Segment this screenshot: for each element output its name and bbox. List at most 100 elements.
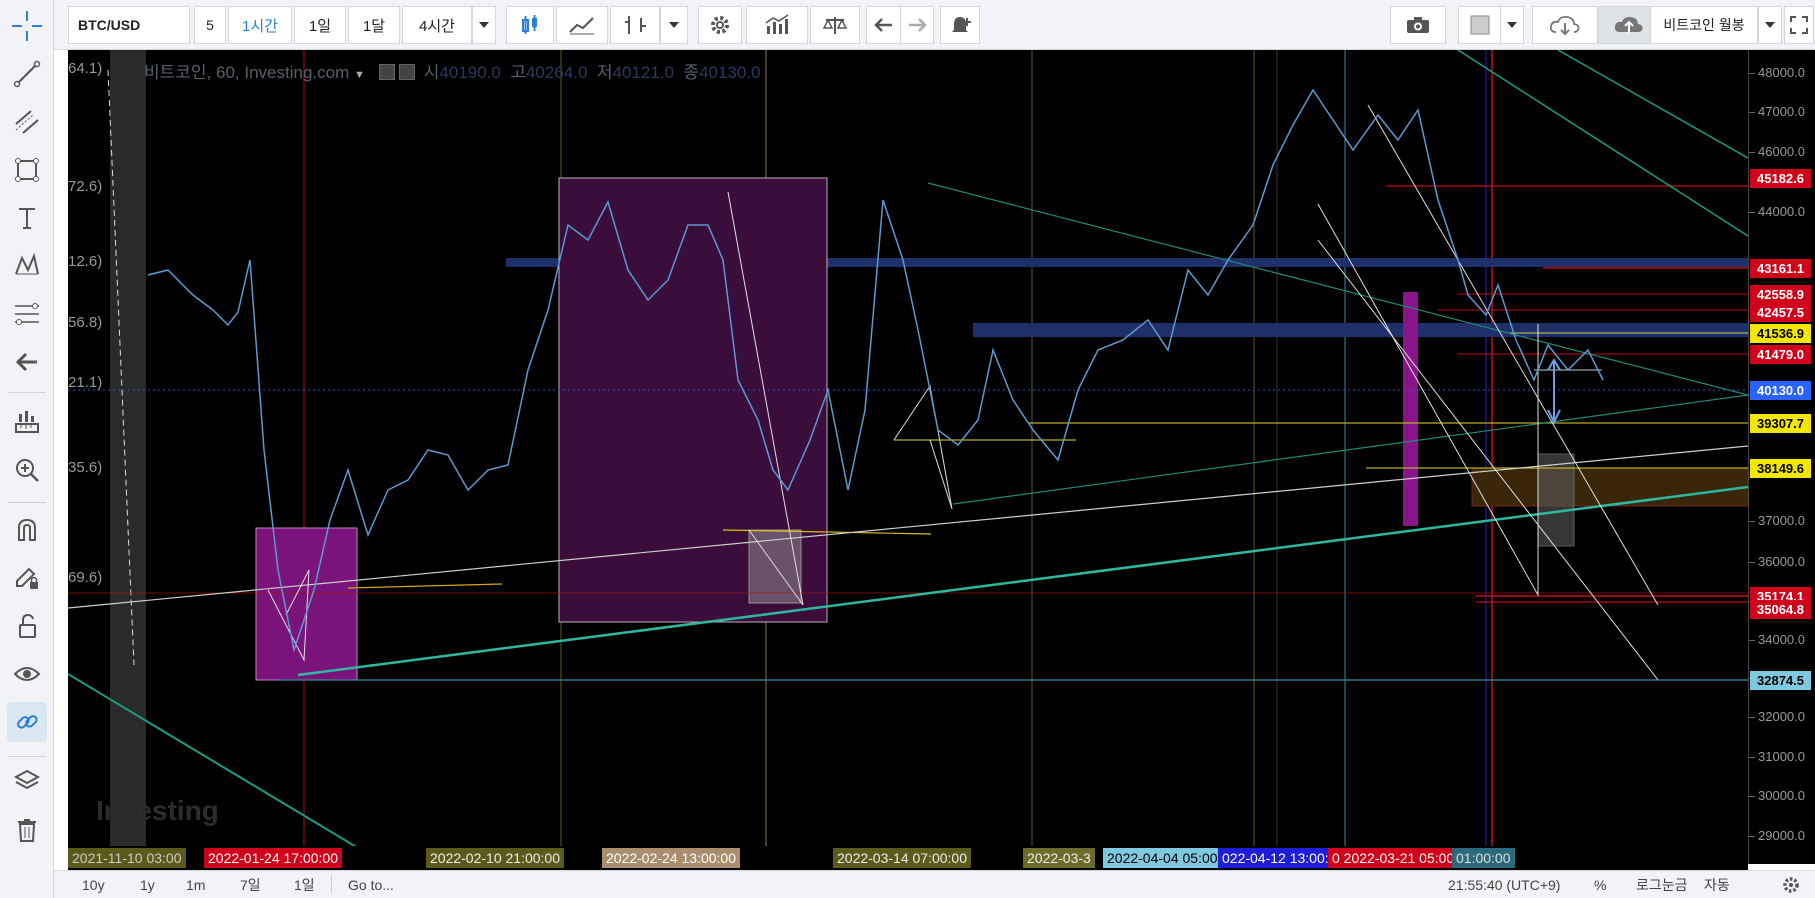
interval-dropdown[interactable]: [472, 6, 496, 44]
hide-toolbar-button[interactable]: [7, 342, 47, 382]
price-axis[interactable]: 48000.0 47000.0 46000.0 44000.0 37000.0 36000…: [1748, 50, 1815, 864]
bars-style-button[interactable]: [610, 6, 660, 44]
percent-toggle[interactable]: %: [1594, 875, 1606, 895]
caret-down-icon[interactable]: ▼: [354, 69, 365, 81]
layout-dropdown[interactable]: [1758, 6, 1782, 44]
price-level-label: 40130.0: [1750, 381, 1811, 400]
lock-all-tool[interactable]: [7, 606, 47, 646]
price-tick-label: 46000.0: [1758, 144, 1805, 159]
fullscreen-button[interactable]: [1784, 6, 1814, 44]
object-tree-tool[interactable]: [7, 762, 47, 802]
layout-select[interactable]: 비트코인 월봉: [1650, 6, 1758, 44]
eye-icon: [13, 667, 41, 681]
snapshot-button[interactable]: [1390, 6, 1446, 44]
open-value: 40190.0: [439, 63, 501, 82]
price-tick-mark: [1749, 562, 1755, 563]
crosshair-tool[interactable]: [7, 6, 47, 46]
support-zone: [1471, 467, 1748, 507]
pattern-lines: [893, 384, 953, 510]
goto-button[interactable]: Go to...: [348, 875, 394, 895]
time-label: 2022-02-24 13:00:00: [602, 848, 740, 868]
time-label: 01:00:00: [1452, 848, 1515, 868]
clock: 21:55:40 (UTC+9): [1448, 877, 1561, 893]
zoom-in-icon: [16, 459, 39, 482]
range-1y-button[interactable]: 1y: [140, 875, 155, 895]
price-tick-mark: [1749, 836, 1755, 837]
pattern-tool[interactable]: [7, 246, 47, 286]
color-picker-button[interactable]: [1458, 6, 1502, 44]
settings-button[interactable]: [698, 6, 742, 44]
price-tick-label: 30000.0: [1758, 788, 1805, 803]
range-7d-button[interactable]: 7일: [240, 875, 261, 895]
unlock-icon: [19, 613, 36, 638]
text-tool[interactable]: [7, 198, 47, 238]
camera-icon: [1407, 17, 1429, 33]
measure-tool[interactable]: [7, 402, 47, 442]
color-dropdown[interactable]: [1500, 6, 1524, 44]
range-10y-button[interactable]: 10y: [82, 875, 105, 895]
interval-4h-button[interactable]: 4시간: [402, 6, 472, 44]
interval-1h-button[interactable]: 1시간: [228, 6, 292, 44]
chart-legend[interactable]: 비트코인, 60, Investing.com ▼ 시40190.0 고4026…: [144, 58, 761, 83]
rectangle-tool[interactable]: [7, 150, 47, 190]
trendline-teal: [1557, 50, 1748, 159]
price-level-label: 41536.9: [1750, 324, 1811, 343]
compare-button[interactable]: [810, 6, 860, 44]
trend-line-tool[interactable]: [7, 54, 47, 94]
left-scale-label: 56.8): [68, 314, 103, 331]
alert-button[interactable]: [940, 6, 980, 44]
trendline-teal: [927, 182, 1748, 396]
chart-settings-button[interactable]: [1782, 875, 1800, 895]
interval-input[interactable]: 5: [194, 6, 226, 44]
left-scale-label: 21.1): [68, 374, 103, 391]
layout-select-label: 비트코인 월봉: [1663, 17, 1745, 33]
magnet-tool[interactable]: [7, 510, 47, 550]
auto-scale-toggle[interactable]: 자동: [1704, 875, 1730, 895]
price-tick-label: 37000.0: [1758, 513, 1805, 528]
log-scale-toggle[interactable]: 로그눈금: [1636, 875, 1688, 895]
time-label: 2022-01-24 17:00:00: [204, 848, 342, 868]
toolbar-divider: [8, 392, 46, 393]
eye-icon[interactable]: [379, 64, 396, 80]
fib-retracement-tool[interactable]: [7, 294, 47, 334]
price-tick-label: 34000.0: [1758, 632, 1805, 647]
chart-canvas[interactable]: [68, 50, 1748, 864]
lock-drawing-tool[interactable]: [7, 558, 47, 598]
indicators-button[interactable]: [746, 6, 808, 44]
area-style-button[interactable]: [556, 6, 608, 44]
price-tick-mark: [1749, 521, 1755, 522]
load-layout-button[interactable]: [1532, 6, 1598, 44]
link-tool[interactable]: [7, 702, 47, 742]
interval-1mo-button[interactable]: 1달: [348, 6, 400, 44]
magnet-icon: [18, 518, 36, 541]
price-tick-mark: [1749, 796, 1755, 797]
time-axis[interactable]: 2021-11-10 03:00 2022-01-24 17:00:00 2022-…: [68, 846, 1748, 870]
undo-button[interactable]: [866, 6, 902, 44]
price-level-label: 39307.7: [1750, 414, 1811, 433]
redo-button[interactable]: [900, 6, 934, 44]
symbol-search[interactable]: BTC/USD: [68, 6, 190, 44]
chart-pane[interactable]: 64.1) 72.6) 12.6) 56.8) 21.1) 35.6) 69.6…: [68, 50, 1748, 864]
gear-icon[interactable]: [399, 64, 416, 80]
price-level-label: 43161.1: [1750, 259, 1811, 278]
left-scale-label: 64.1): [68, 60, 103, 77]
bell-plus-icon: [952, 17, 971, 32]
price-tick-label: 32000.0: [1758, 709, 1805, 724]
close-label: 종: [683, 63, 700, 82]
interval-1h-label: 1시간: [242, 17, 278, 35]
remove-drawings-tool[interactable]: [7, 810, 47, 850]
range-1m-button[interactable]: 1m: [186, 875, 205, 895]
hide-drawings-tool[interactable]: [7, 654, 47, 694]
range-1d-button[interactable]: 1일: [294, 875, 315, 895]
text-icon: [19, 208, 35, 229]
parallel-channel-tool[interactable]: [7, 102, 47, 142]
zoom-tool[interactable]: [7, 450, 47, 490]
low-value: 40121.0: [612, 63, 674, 82]
candles-style-button[interactable]: [506, 6, 554, 44]
time-label: 2022-02-10 21:00:00: [426, 848, 564, 868]
price-tick-mark: [1749, 112, 1755, 113]
candlestick-icon: [522, 15, 537, 34]
cloud-download-icon: [1549, 15, 1580, 36]
chart-style-dropdown[interactable]: [660, 6, 688, 44]
interval-1d-button[interactable]: 1일: [294, 6, 346, 44]
